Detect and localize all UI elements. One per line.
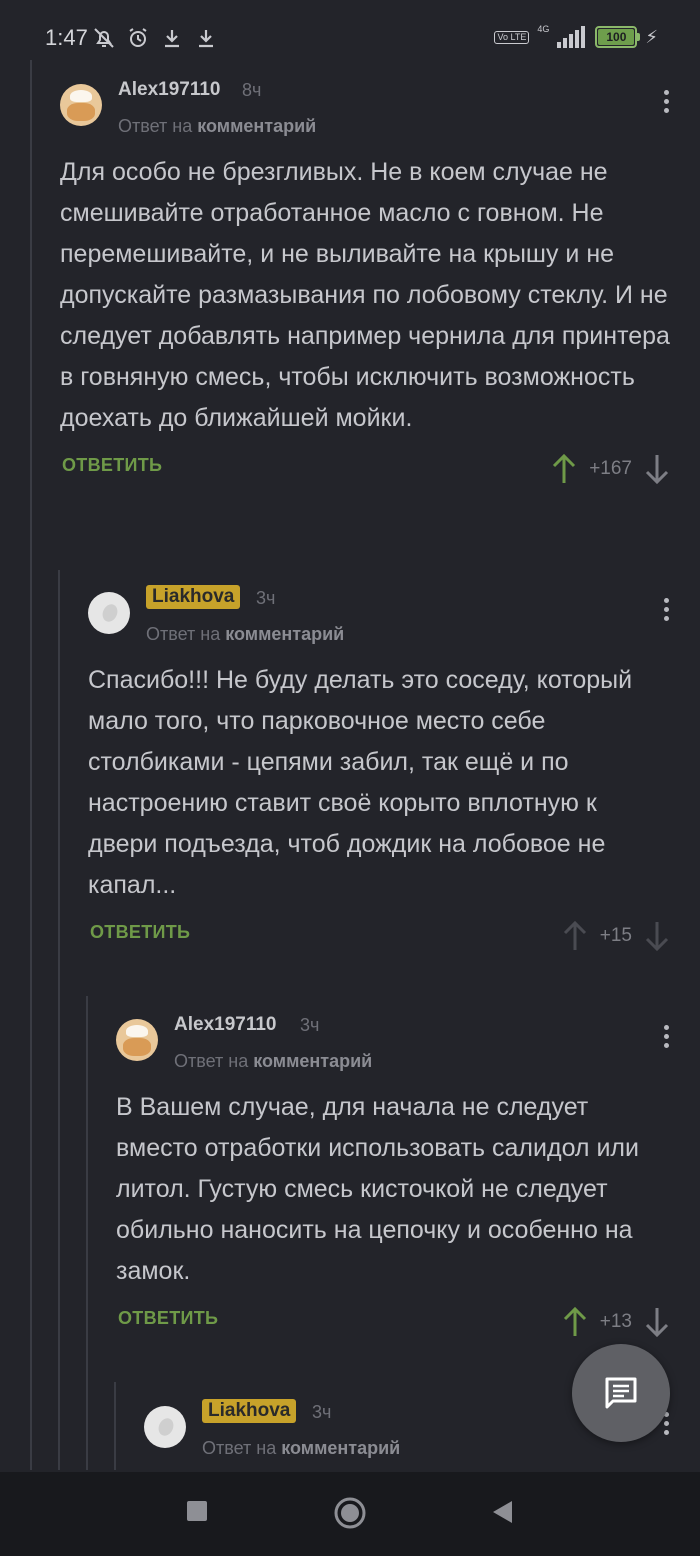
reply-to-target[interactable]: комментарий: [225, 624, 344, 644]
downvote-icon[interactable]: [644, 453, 670, 485]
volte-badge: Vo LTE: [494, 30, 530, 44]
reply-to-prefix: Ответ на: [174, 1051, 249, 1071]
reply-to-prefix: Ответ на: [202, 1438, 277, 1458]
downvote-icon[interactable]: [644, 920, 670, 952]
comment-author[interactable]: Liakhova: [202, 1399, 297, 1423]
comment: Alex197110 3ч Ответ на комментарий В Ваш…: [116, 995, 670, 1344]
charging-icon: ⚡: [645, 26, 658, 47]
reply-to-prefix: Ответ на: [146, 624, 221, 644]
comment-score: +167: [589, 458, 632, 479]
reply-to[interactable]: Ответ на комментарий: [146, 624, 344, 645]
reply-button[interactable]: ОТВЕТИТЬ: [62, 455, 162, 476]
reply-to[interactable]: Ответ на комментарий: [174, 1051, 372, 1072]
upvote-icon[interactable]: [551, 453, 577, 485]
reply-to-target[interactable]: комментарий: [197, 116, 316, 136]
avatar[interactable]: [116, 1019, 158, 1061]
back-icon[interactable]: [490, 1499, 514, 1525]
home-icon[interactable]: [333, 1496, 367, 1530]
comment-text: Спасибо!!! Не буду делать это соседу, ко…: [88, 666, 633, 899]
comment-text: В Вашем случае, для начала не следует вм…: [116, 1093, 639, 1285]
more-options-icon[interactable]: [664, 90, 670, 116]
avatar[interactable]: [88, 592, 130, 634]
comment-author[interactable]: Liakhova: [146, 585, 241, 609]
status-notification-icons: [92, 26, 218, 50]
comment-thread[interactable]: Alex197110 8ч Ответ на комментарий Для о…: [0, 60, 700, 1470]
downvote-icon[interactable]: [644, 1306, 670, 1338]
comment: Liakhova 3ч Ответ на комментарий Спасибо…: [88, 568, 670, 958]
signal-icon: [557, 26, 586, 48]
comment-score: +15: [599, 925, 632, 946]
comment-text: Для особо не брезгливых. Не в коем случа…: [60, 158, 670, 432]
comment-time: 3ч: [300, 1015, 320, 1035]
alarm-icon: [129, 28, 147, 47]
reply-button[interactable]: ОТВЕТИТЬ: [118, 1308, 218, 1329]
mute-bell-icon: [94, 28, 114, 48]
reply-to[interactable]: Ответ на комментарий: [202, 1438, 400, 1459]
avatar[interactable]: [60, 84, 102, 126]
network-type: 4G: [537, 24, 550, 34]
download-icon: [165, 30, 179, 48]
thread-line: [58, 570, 60, 1470]
avatar[interactable]: [144, 1406, 186, 1448]
system-nav-bar: [0, 1472, 700, 1556]
reply-to-target[interactable]: комментарий: [281, 1438, 400, 1458]
thread-line: [114, 1382, 116, 1470]
comment: Alex197110 8ч Ответ на комментарий Для о…: [60, 60, 670, 491]
comment-author[interactable]: Alex197110: [118, 79, 221, 101]
comment-time: 8ч: [242, 80, 262, 100]
reply-to-target[interactable]: комментарий: [253, 1051, 372, 1071]
more-options-icon[interactable]: [664, 1412, 670, 1438]
download-icon: [199, 30, 213, 48]
status-system-icons: Vo LTE 4G 100 ⚡: [494, 24, 658, 48]
reply-button[interactable]: ОТВЕТИТЬ: [90, 922, 190, 943]
comment-time: 3ч: [256, 588, 276, 608]
more-options-icon[interactable]: [664, 1025, 670, 1051]
reply-to[interactable]: Ответ на комментарий: [118, 116, 316, 137]
comment-time: 3ч: [312, 1402, 332, 1422]
more-options-icon[interactable]: [664, 598, 670, 624]
recent-apps-icon[interactable]: [186, 1500, 208, 1522]
battery-indicator: 100: [595, 26, 641, 48]
vote-controls: +167: [551, 447, 670, 491]
comment-fab-button[interactable]: [572, 1344, 670, 1442]
upvote-icon[interactable]: [562, 920, 588, 952]
vote-controls: +15: [562, 914, 670, 958]
vote-controls: +13: [562, 1300, 670, 1344]
comment-author[interactable]: Alex197110: [174, 1014, 277, 1036]
comment-score: +13: [599, 1311, 632, 1332]
comment-icon: [605, 1377, 637, 1409]
upvote-icon[interactable]: [562, 1306, 588, 1338]
reply-to-prefix: Ответ на: [118, 116, 193, 136]
status-time: 1:47: [45, 25, 88, 50]
thread-line: [30, 60, 32, 1470]
thread-line: [86, 996, 88, 1470]
battery-percent: 100: [606, 30, 627, 44]
